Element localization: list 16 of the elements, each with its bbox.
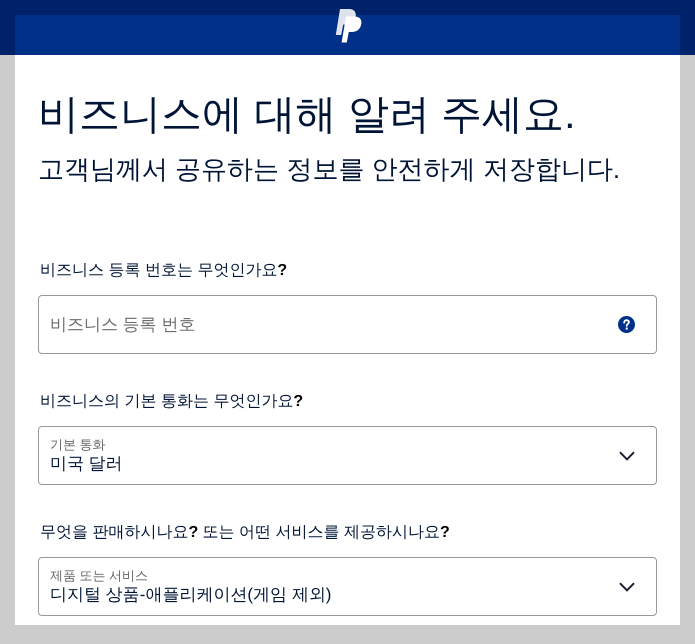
logo-icon [335, 9, 362, 43]
dropdown-field[interactable]: 제품 또는 서비스 디지털 상품-애플리케이션(게임 제외) [38, 557, 657, 616]
dropdown-label: 기본 통화 [50, 436, 107, 452]
dropdown-value: 미국 달러 [50, 452, 124, 474]
chevron-down-icon [619, 582, 635, 592]
page-heading: 비즈니스에 대해 알려 주세요. [38, 90, 577, 139]
question-label: 비즈니스의 기본 통화는 무엇인가요? [39, 392, 304, 412]
page-subheading: 고객님께서 공유하는 정보를 안전하게 저장합니다. [38, 153, 622, 186]
help-icon [618, 316, 635, 333]
dropdown-value: 디지털 상품-애플리케이션(게임 제외) [50, 584, 332, 606]
dropdown-label: 제품 또는 서비스 [50, 568, 150, 584]
text-input-field[interactable]: 비즈니스 등록 번호 [38, 295, 657, 354]
dropdown-field[interactable]: 기본 통화 미국 달러 [38, 426, 657, 485]
question-label: 무엇을 판매하시나요? 또는 어떤 서비스를 제공하시나요? [39, 523, 451, 543]
chevron-down-icon [619, 450, 635, 460]
question-label: 비즈니스 등록 번호는 무엇인가요? [39, 261, 288, 281]
